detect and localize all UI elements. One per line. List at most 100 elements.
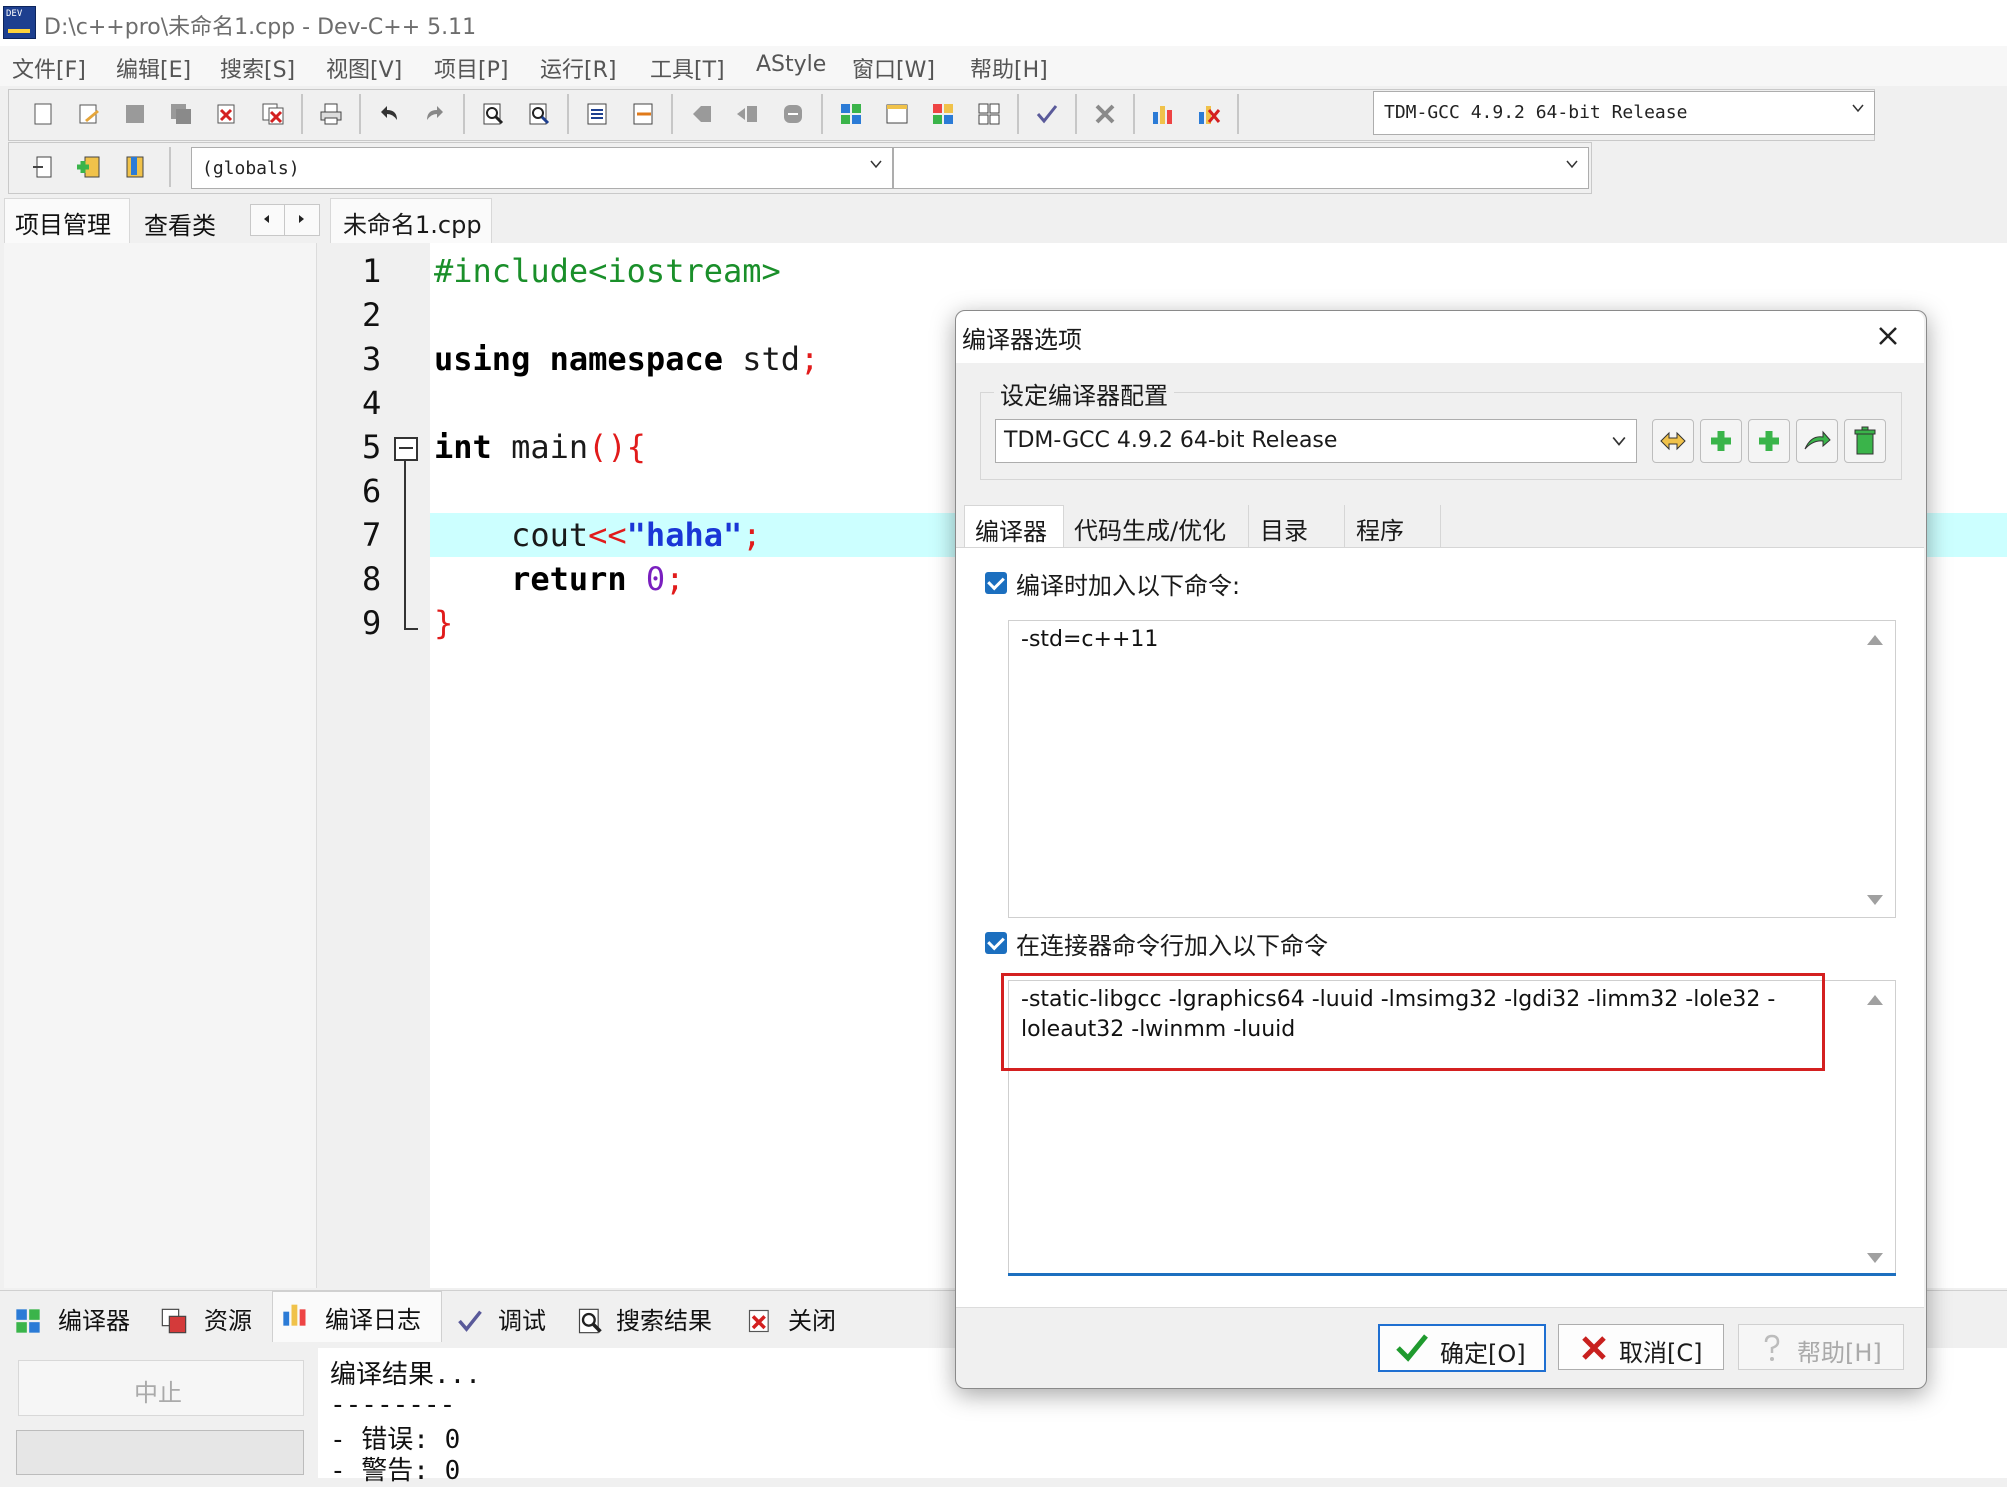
replace-button[interactable] <box>521 94 557 132</box>
add-compiler-set-button[interactable] <box>1700 419 1742 463</box>
dialog-close-button[interactable] <box>1870 318 1906 354</box>
dialog-tab-programs[interactable]: 程序 <box>1346 505 1441 549</box>
tab-editor-file[interactable]: 未命名1.cpp <box>330 198 492 245</box>
add-to-project-button[interactable] <box>71 147 107 185</box>
bookmark-button[interactable] <box>117 147 153 185</box>
close-file-icon <box>748 1309 769 1333</box>
tab-search-results[interactable]: 搜索结果 <box>570 1295 730 1339</box>
chevron-down-icon <box>1612 436 1626 446</box>
project-panel[interactable] <box>4 243 317 1288</box>
tab-scroll-left-button[interactable] <box>250 204 286 236</box>
menu-astyle[interactable]: AStyle <box>756 52 826 77</box>
printer-icon <box>320 103 342 125</box>
project-view-button[interactable] <box>833 94 869 132</box>
unindent-button[interactable] <box>625 94 661 132</box>
ok-button-label: 确定[O] <box>1440 1340 1526 1368</box>
delete-profile-button[interactable] <box>1191 94 1227 132</box>
tab-project-manager-label: 项目管理 <box>15 211 111 239</box>
new-window-button[interactable] <box>879 94 915 132</box>
tab-scroll-right-button[interactable] <box>284 204 320 236</box>
insert-button[interactable] <box>25 147 61 185</box>
find-compiler-icon <box>1660 431 1686 451</box>
trash-icon <box>1854 426 1876 455</box>
menu-run[interactable]: 运行[R] <box>540 52 616 84</box>
scope-combo[interactable]: (globals) <box>191 147 893 189</box>
find-compilers-button[interactable] <box>1652 419 1694 463</box>
close-file-button[interactable] <box>209 94 245 132</box>
menu-help[interactable]: 帮助[H] <box>970 52 1048 84</box>
fold-end <box>404 628 418 630</box>
goto-line-button[interactable] <box>775 94 811 132</box>
scroll-down-icon[interactable] <box>1867 895 1883 905</box>
symbol-combo[interactable] <box>893 147 1589 189</box>
undo-button[interactable] <box>371 94 407 132</box>
compile-commands-textarea[interactable]: -std=c++11 <box>1008 620 1896 918</box>
rename-compiler-set-button[interactable] <box>1796 419 1838 463</box>
cascade-button[interactable] <box>971 94 1007 132</box>
delete-compiler-set-button[interactable] <box>1844 419 1886 463</box>
menu-project[interactable]: 项目[P] <box>434 52 508 84</box>
menu-window[interactable]: 窗口[W] <box>852 52 935 84</box>
compiler-set-select[interactable]: TDM-GCC 4.9.2 64-bit Release <box>995 419 1637 463</box>
goto-bookmark-button[interactable] <box>729 94 765 132</box>
scroll-up-icon[interactable] <box>1867 995 1883 1005</box>
dialog-tab-compiler-label: 编译器 <box>975 518 1047 546</box>
redo-button[interactable] <box>417 94 453 132</box>
toggle-bookmark-button[interactable] <box>683 94 719 132</box>
scroll-down-icon[interactable] <box>1867 1253 1883 1263</box>
linker-commands-checkbox[interactable] <box>985 932 1007 954</box>
question-mark-icon <box>1764 1334 1780 1361</box>
checkmark-green-icon <box>1396 1334 1428 1362</box>
dialog-tab-directories[interactable]: 目录 <box>1250 505 1345 549</box>
menu-tools[interactable]: 工具[T] <box>650 52 725 84</box>
ok-button[interactable]: 确定[O] <box>1378 1324 1546 1372</box>
code-line-9: } <box>434 604 453 642</box>
menu-edit[interactable]: 编辑[E] <box>116 52 191 84</box>
help-button[interactable]: 帮助[H] <box>1738 1324 1904 1370</box>
tab-close[interactable]: 关闭 <box>740 1295 850 1339</box>
code-token: int <box>434 428 492 466</box>
menu-search[interactable]: 搜索[S] <box>220 52 295 84</box>
plus-icon <box>1759 431 1779 451</box>
close-all-button[interactable] <box>255 94 291 132</box>
tile-button[interactable] <box>925 94 961 132</box>
open-file-button[interactable] <box>71 94 107 132</box>
tab-project-manager[interactable]: 项目管理 <box>4 198 130 245</box>
bar-chart-icon <box>283 1304 306 1326</box>
scroll-up-icon[interactable] <box>1867 635 1883 645</box>
compiler-combo[interactable]: TDM-GCC 4.9.2 64-bit Release <box>1373 91 1875 135</box>
check-syntax-button[interactable] <box>1029 94 1065 132</box>
menu-view[interactable]: 视图[V] <box>326 52 402 84</box>
chevron-down-icon <box>1852 104 1864 113</box>
code-line-8: return 0; <box>434 560 684 598</box>
code-line-5: int main(){ <box>434 428 646 466</box>
dialog-tab-codegen[interactable]: 代码生成/优化 <box>1064 505 1249 549</box>
close-icon <box>1879 327 1897 345</box>
dialog-title: 编译器选项 <box>962 326 1082 354</box>
bookmark-left-icon <box>693 106 711 122</box>
compile-commands-label: 编译时加入以下命令: <box>1016 572 1241 600</box>
stop-button[interactable] <box>1087 94 1123 132</box>
fold-toggle-icon[interactable] <box>394 437 418 461</box>
cancel-button[interactable]: 取消[C] <box>1558 1324 1724 1370</box>
tab-debug[interactable]: 调试 <box>450 1295 560 1339</box>
indent-button[interactable] <box>579 94 615 132</box>
tab-resources[interactable]: 资源 <box>154 1295 266 1339</box>
tab-class-browser[interactable]: 查看类 <box>134 204 234 244</box>
find-button[interactable] <box>475 94 511 132</box>
compile-commands-checkbox[interactable] <box>985 572 1007 594</box>
print-button[interactable] <box>313 94 349 132</box>
abort-compile-button[interactable]: 中止 <box>18 1360 304 1416</box>
menu-file[interactable]: 文件[F] <box>12 52 86 84</box>
add-empty-compiler-set-button[interactable] <box>1748 419 1790 463</box>
chevron-down-icon <box>870 160 882 169</box>
dialog-tab-compiler[interactable]: 编译器 <box>964 505 1064 550</box>
profile-button[interactable] <box>1145 94 1181 132</box>
tab-compiler[interactable]: 编译器 <box>6 1295 146 1339</box>
tab-compiler-label: 编译器 <box>58 1307 130 1335</box>
save-button[interactable] <box>117 94 153 132</box>
tab-compile-log[interactable]: 编译日志 <box>272 1291 442 1342</box>
save-all-button[interactable] <box>163 94 199 132</box>
plus-icon <box>1711 431 1731 451</box>
new-file-button[interactable] <box>25 94 61 132</box>
